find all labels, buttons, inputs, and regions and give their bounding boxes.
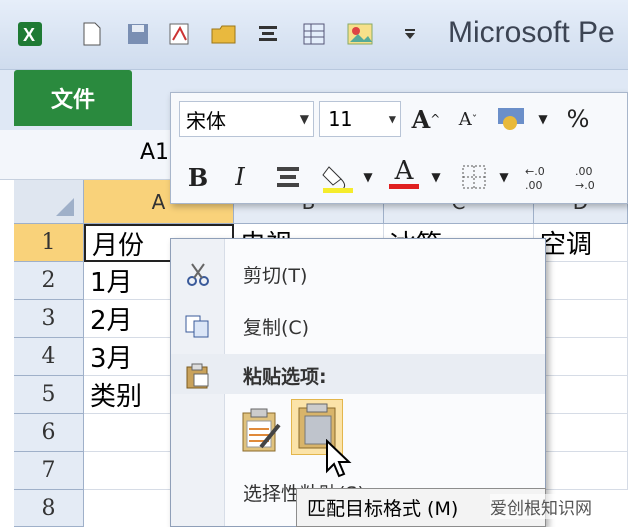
- paste-keep-formatting-option[interactable]: [235, 403, 287, 459]
- chevron-down-icon[interactable]: ▼: [300, 112, 309, 126]
- row-header-7[interactable]: 7: [14, 452, 84, 490]
- decrease-decimal-icon: .00→.0: [575, 165, 595, 191]
- paste-options-header: 粘贴选项:: [171, 354, 545, 394]
- watermark: 爱创根知识网: [490, 494, 592, 519]
- row-header-3[interactable]: 3: [14, 300, 84, 338]
- fill-color-button[interactable]: [319, 159, 357, 195]
- svg-text:→.0: →.0: [575, 179, 595, 191]
- shrink-font-button[interactable]: Aˇ: [453, 101, 483, 137]
- row-header-5[interactable]: 5: [14, 376, 84, 414]
- cell-d3[interactable]: [534, 300, 628, 338]
- row-header-2[interactable]: 2: [14, 262, 84, 300]
- accounting-format-button[interactable]: [491, 101, 535, 137]
- customize-qat-icon[interactable]: [396, 20, 424, 48]
- title-bar: X Microsoft Pe: [0, 0, 628, 70]
- open-folder-icon[interactable]: [210, 20, 238, 48]
- italic-button[interactable]: I: [225, 159, 255, 195]
- print-preview-icon[interactable]: [166, 20, 194, 48]
- font-name-value: 宋体: [186, 108, 226, 133]
- clipboard-icon: [181, 359, 215, 393]
- align-center-button[interactable]: [271, 159, 305, 195]
- percent-button[interactable]: %: [561, 101, 595, 137]
- decrease-decimal-button[interactable]: .00 →.0: [571, 159, 611, 195]
- borders-button[interactable]: [457, 159, 491, 195]
- row-header-4[interactable]: 4: [14, 338, 84, 376]
- cell-d5[interactable]: [534, 376, 628, 414]
- excel-logo-icon[interactable]: X: [16, 20, 44, 48]
- grow-font-button[interactable]: A ^: [409, 101, 443, 137]
- scissors-icon: [181, 257, 215, 291]
- increase-decimal-button[interactable]: ←.0.00: [521, 159, 561, 195]
- currency-icon: [498, 108, 524, 130]
- mini-toolbar: 宋体 ▼ 11 ▼ A ^ Aˇ ▼ % B I ▼ A ▼ ▼ ←.0.00 .…: [170, 92, 628, 204]
- fill-color-dropdown[interactable]: ▼: [361, 159, 375, 195]
- cell-d1[interactable]: 空调: [534, 224, 628, 262]
- name-box[interactable]: A1: [140, 140, 169, 165]
- copy-menu-item[interactable]: 复制(C): [171, 301, 545, 351]
- svg-text:.00: .00: [525, 179, 543, 191]
- shrink-font-icon: A: [458, 108, 472, 130]
- cell-d6[interactable]: [534, 414, 628, 452]
- align-center-icon[interactable]: [254, 20, 282, 48]
- save-icon[interactable]: [124, 20, 152, 48]
- context-menu: 剪切(T) 复制(C) 粘贴选项: 选择性粘贴(S)...: [170, 238, 546, 527]
- increase-decimal-icon: ←.0.00: [525, 165, 545, 191]
- row-header-8[interactable]: 8: [14, 490, 84, 527]
- new-document-icon[interactable]: [78, 20, 106, 48]
- cell-d4[interactable]: [534, 338, 628, 376]
- row-header-1[interactable]: 1: [14, 224, 84, 262]
- borders-dropdown[interactable]: ▼: [497, 159, 511, 195]
- cell-d2[interactable]: [534, 262, 628, 300]
- grow-font-icon: A: [411, 104, 431, 134]
- svg-text:X: X: [23, 25, 35, 45]
- svg-text:←.0: ←.0: [525, 165, 545, 178]
- paste-options-label: 粘贴选项:: [243, 366, 327, 388]
- file-tab[interactable]: 文件: [14, 70, 132, 126]
- font-size-box[interactable]: 11 ▼: [319, 101, 401, 137]
- font-size-value: 11: [328, 107, 353, 131]
- font-color-button[interactable]: A: [387, 155, 421, 191]
- paint-bucket-icon: [322, 166, 353, 193]
- borders-icon: [462, 165, 486, 189]
- cell-d7[interactable]: [534, 452, 628, 490]
- table-format-icon[interactable]: [300, 20, 328, 48]
- window-title: Microsoft Pe: [448, 16, 615, 49]
- align-center-icon: [277, 167, 299, 187]
- bold-button[interactable]: B: [183, 159, 213, 195]
- select-all-corner[interactable]: [14, 180, 84, 224]
- picture-icon[interactable]: [346, 20, 374, 48]
- chevron-down-icon[interactable]: ▼: [389, 112, 396, 126]
- accounting-dropdown-arrow[interactable]: ▼: [535, 101, 551, 137]
- copy-icon: [181, 309, 215, 343]
- svg-text:.00: .00: [575, 165, 593, 178]
- cut-menu-item[interactable]: 剪切(T): [171, 249, 545, 299]
- copy-label: 复制(C): [243, 316, 310, 339]
- row-header-6[interactable]: 6: [14, 414, 84, 452]
- font-color-icon: A: [394, 155, 414, 186]
- paste-formatting-icon: [242, 408, 281, 452]
- cut-label: 剪切(T): [243, 264, 308, 287]
- font-name-box[interactable]: 宋体 ▼: [179, 101, 314, 137]
- font-color-dropdown[interactable]: ▼: [429, 159, 443, 195]
